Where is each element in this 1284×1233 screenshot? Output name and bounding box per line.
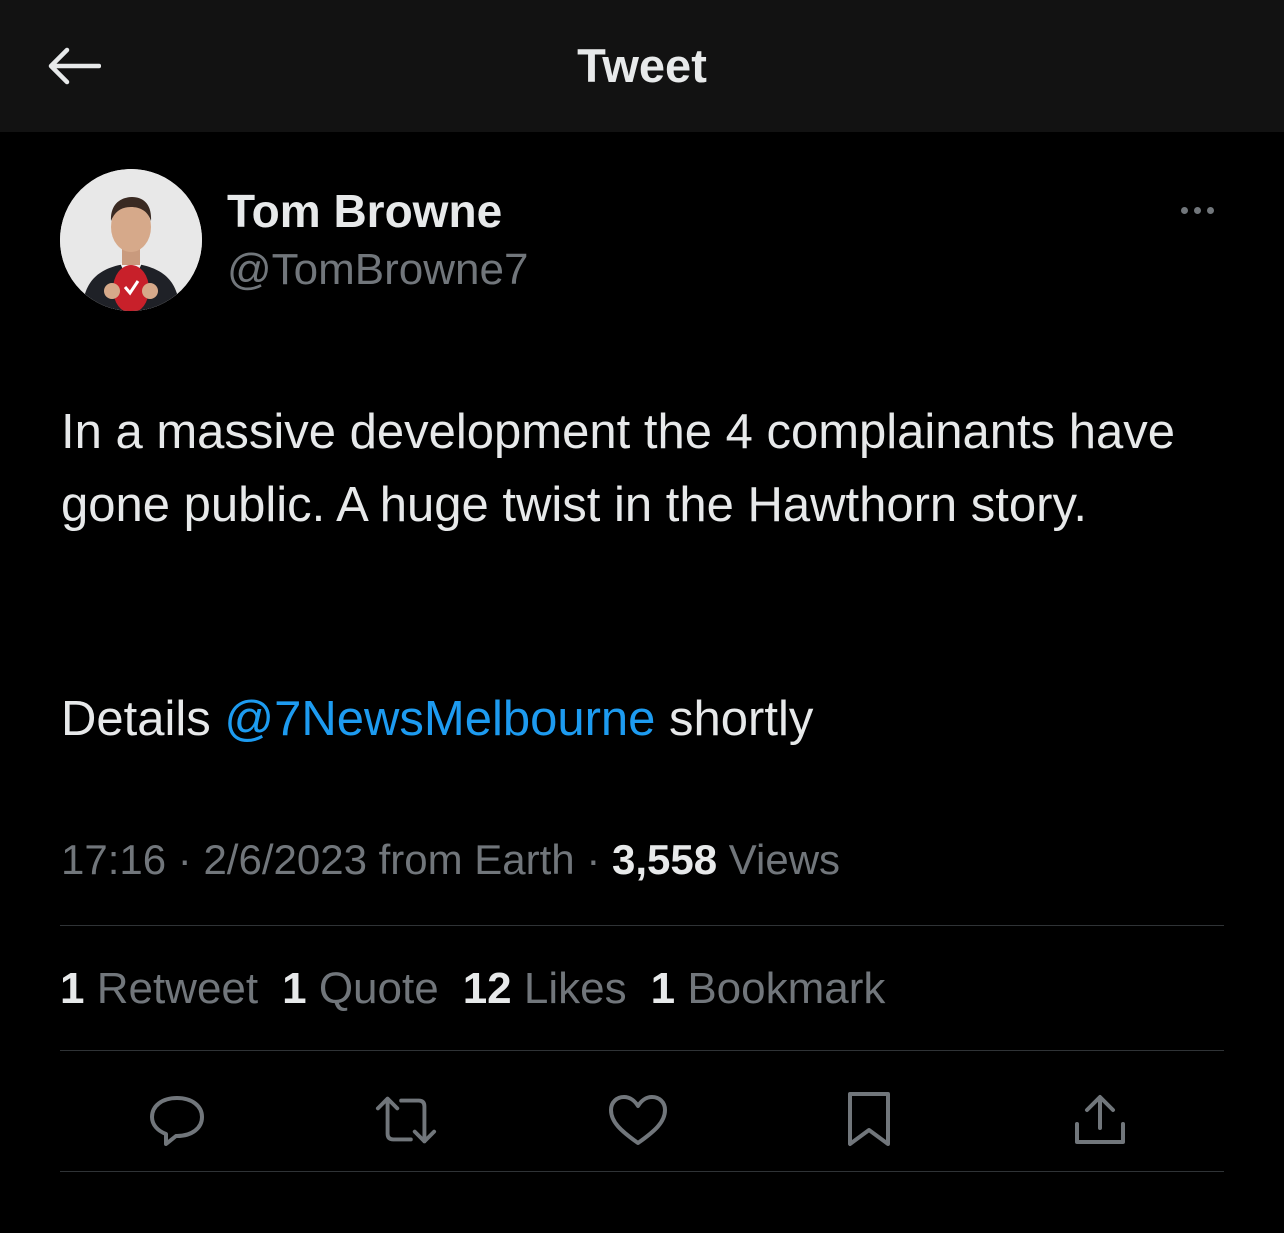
bookmark-button[interactable] — [837, 1088, 901, 1152]
share-button[interactable] — [1068, 1088, 1132, 1152]
retweets-stat[interactable]: 1 Retweet — [60, 960, 258, 1018]
avatar-photo — [60, 169, 202, 311]
mention-link[interactable]: @7NewsMelbourne — [224, 692, 655, 746]
tweet-text-prefix: Details — [61, 692, 225, 746]
tweet-time[interactable]: 17:16 — [61, 836, 166, 883]
divider — [60, 925, 1224, 926]
reply-button[interactable] — [145, 1088, 209, 1152]
tweet-date[interactable]: 2/6/2023 — [203, 836, 367, 883]
like-icon — [609, 1095, 667, 1145]
views-count[interactable]: 3,558 — [612, 836, 717, 883]
tweet-text: In a massive development the 4 complaina… — [61, 405, 1176, 532]
tweet-text-details: Details @7NewsMelbourne shortly — [61, 683, 1231, 756]
bookmarks-stat[interactable]: 1 Bookmark — [651, 960, 886, 1018]
like-button[interactable] — [606, 1088, 670, 1152]
bookmark-icon — [848, 1092, 890, 1146]
reply-icon — [150, 1096, 204, 1146]
user-handle[interactable]: @TomBrowne7 — [227, 244, 528, 296]
avatar[interactable] — [60, 169, 202, 311]
page-title: Tweet — [577, 39, 707, 92]
display-name[interactable]: Tom Browne — [227, 184, 502, 238]
divider — [60, 1171, 1224, 1172]
more-options-button[interactable] — [1170, 196, 1224, 224]
top-bar: Tweet — [0, 0, 1284, 132]
divider — [60, 1050, 1224, 1051]
tweet-meta: 17:16 · 2/6/2023 from Earth · 3,558 View… — [61, 833, 840, 887]
retweet-icon — [375, 1096, 437, 1144]
engagement-stats: 1 Retweet 1 Quote 12 Likes 1 Bookmark — [60, 960, 909, 1018]
meta-separator: · — [166, 836, 204, 883]
retweet-button[interactable] — [374, 1088, 438, 1152]
more-horizontal-icon — [1180, 206, 1214, 214]
meta-separator: · — [574, 836, 612, 883]
share-icon — [1075, 1095, 1125, 1144]
quotes-stat[interactable]: 1 Quote — [282, 960, 439, 1018]
tweet-text-suffix: shortly — [655, 692, 814, 746]
views-label[interactable]: Views — [717, 836, 840, 883]
tweet-source: from Earth — [366, 836, 575, 883]
likes-stat[interactable]: 12 Likes — [463, 960, 627, 1018]
